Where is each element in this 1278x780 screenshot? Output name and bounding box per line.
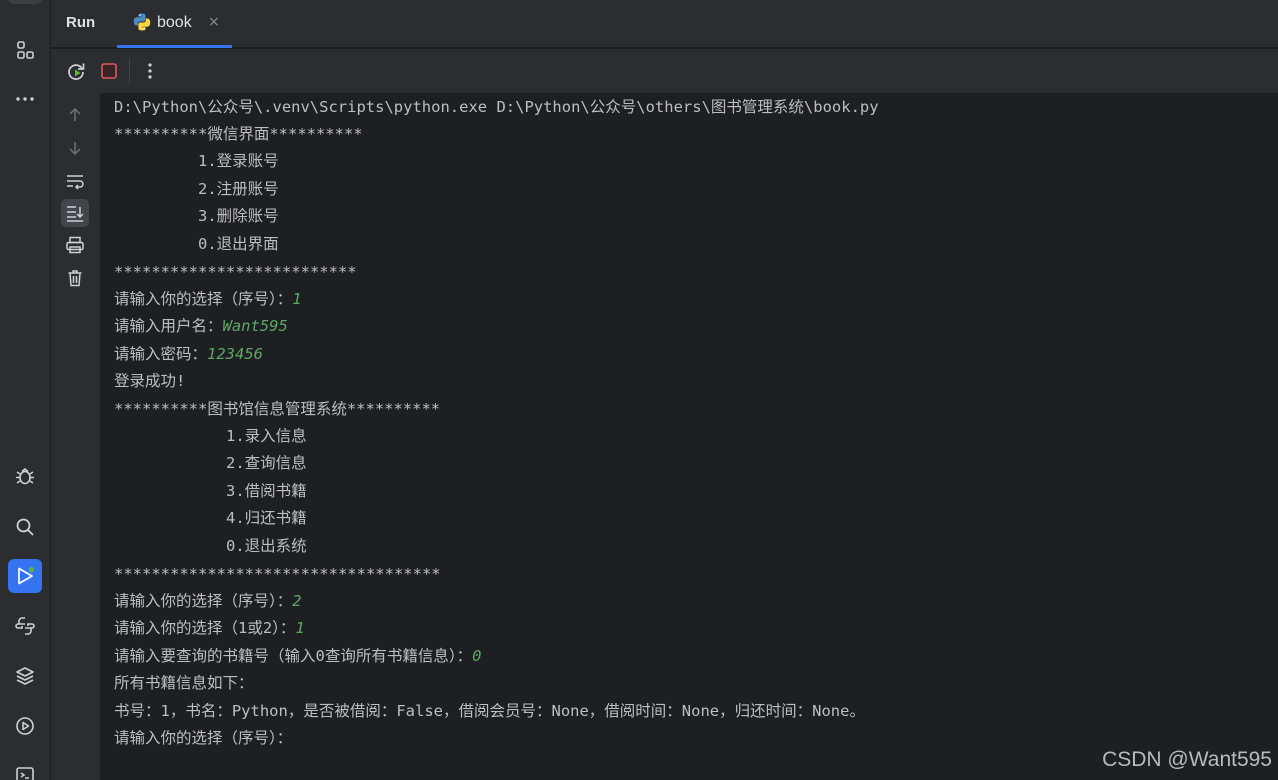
activity-bar: [0, 0, 51, 780]
scroll-up-icon[interactable]: [61, 101, 89, 129]
clear-icon[interactable]: [61, 264, 89, 292]
console-line: 登录成功!: [114, 372, 186, 390]
structure-icon[interactable]: [8, 33, 42, 67]
user-input: 1: [292, 290, 302, 308]
console-line: 请输入用户名：Want595: [114, 317, 288, 335]
console-line: **********微信界面**********: [114, 125, 363, 143]
console-line: 0.退出界面: [114, 235, 279, 253]
console-line: 请输入要查询的书籍号（输入0查询所有书籍信息）：0: [114, 647, 482, 665]
console-line: 0.退出系统: [114, 537, 307, 555]
console-line: 2.注册账号: [114, 180, 279, 198]
print-icon[interactable]: [61, 231, 89, 259]
services-icon[interactable]: [8, 709, 42, 743]
run-toolbar: [51, 49, 1278, 93]
search-icon[interactable]: [8, 510, 42, 544]
python-console-icon[interactable]: [8, 609, 42, 643]
python-file-icon: [133, 13, 151, 31]
rerun-icon[interactable]: [63, 58, 89, 84]
more-vertical-icon[interactable]: [137, 58, 163, 84]
tab-book[interactable]: book ×: [117, 0, 232, 48]
console-line: 书号：1，书名：Python，是否被借阅：False，借阅会员号：None，借阅…: [114, 702, 865, 720]
console-line: 1.登录账号: [114, 152, 279, 170]
console-side-toolbar: [51, 93, 100, 780]
close-icon[interactable]: ×: [208, 14, 220, 30]
layers-icon[interactable]: [8, 659, 42, 693]
user-input: 1: [295, 619, 305, 637]
console-line: 请输入密码：123456: [114, 345, 264, 363]
tab-label: book: [157, 14, 192, 31]
console-line: ***********************************: [114, 565, 441, 583]
console-line: 4.归还书籍: [114, 509, 307, 527]
console-line-prompt: 请输入你的选择（序号）：: [114, 729, 293, 747]
console-line: 请输入你的选择（1或2）：1: [114, 619, 305, 637]
stop-icon[interactable]: [96, 58, 122, 84]
user-input: 2: [292, 592, 302, 610]
more-icon[interactable]: [8, 82, 42, 116]
console-line: 3.借阅书籍: [114, 482, 307, 500]
terminal-icon[interactable]: [8, 758, 42, 780]
console-line: 1.录入信息: [114, 427, 307, 445]
console-line: 2.查询信息: [114, 454, 307, 472]
console-line: 请输入你的选择（序号）：1: [114, 290, 302, 308]
activity-top-button[interactable]: [8, 0, 42, 4]
toolbar-separator: [129, 59, 130, 83]
run-tool-window-header: Run book ×: [51, 0, 1278, 48]
scroll-to-end-icon[interactable]: [61, 199, 89, 227]
user-input: 0: [472, 647, 482, 665]
console-line-command: D:\Python\公众号\.venv\Scripts\python.exe D…: [114, 98, 879, 116]
console-line: **************************: [114, 263, 357, 281]
watermark: CSDN @Want595: [1102, 748, 1272, 771]
console-line: 3.删除账号: [114, 207, 279, 225]
console-line: 请输入你的选择（序号）：2: [114, 592, 302, 610]
debug-icon[interactable]: [8, 459, 42, 493]
run-icon[interactable]: [8, 559, 42, 593]
user-input: 123456: [207, 345, 264, 363]
user-input: Want595: [222, 317, 288, 335]
run-tool-window-title: Run: [66, 14, 96, 31]
soft-wrap-icon[interactable]: [61, 167, 89, 195]
tab-active-indicator: [117, 45, 232, 48]
scroll-down-icon[interactable]: [61, 134, 89, 162]
console-line: **********图书馆信息管理系统**********: [114, 400, 441, 418]
console-line: 所有书籍信息如下：: [114, 674, 254, 692]
console-output[interactable]: D:\Python\公众号\.venv\Scripts\python.exe D…: [100, 93, 1278, 780]
